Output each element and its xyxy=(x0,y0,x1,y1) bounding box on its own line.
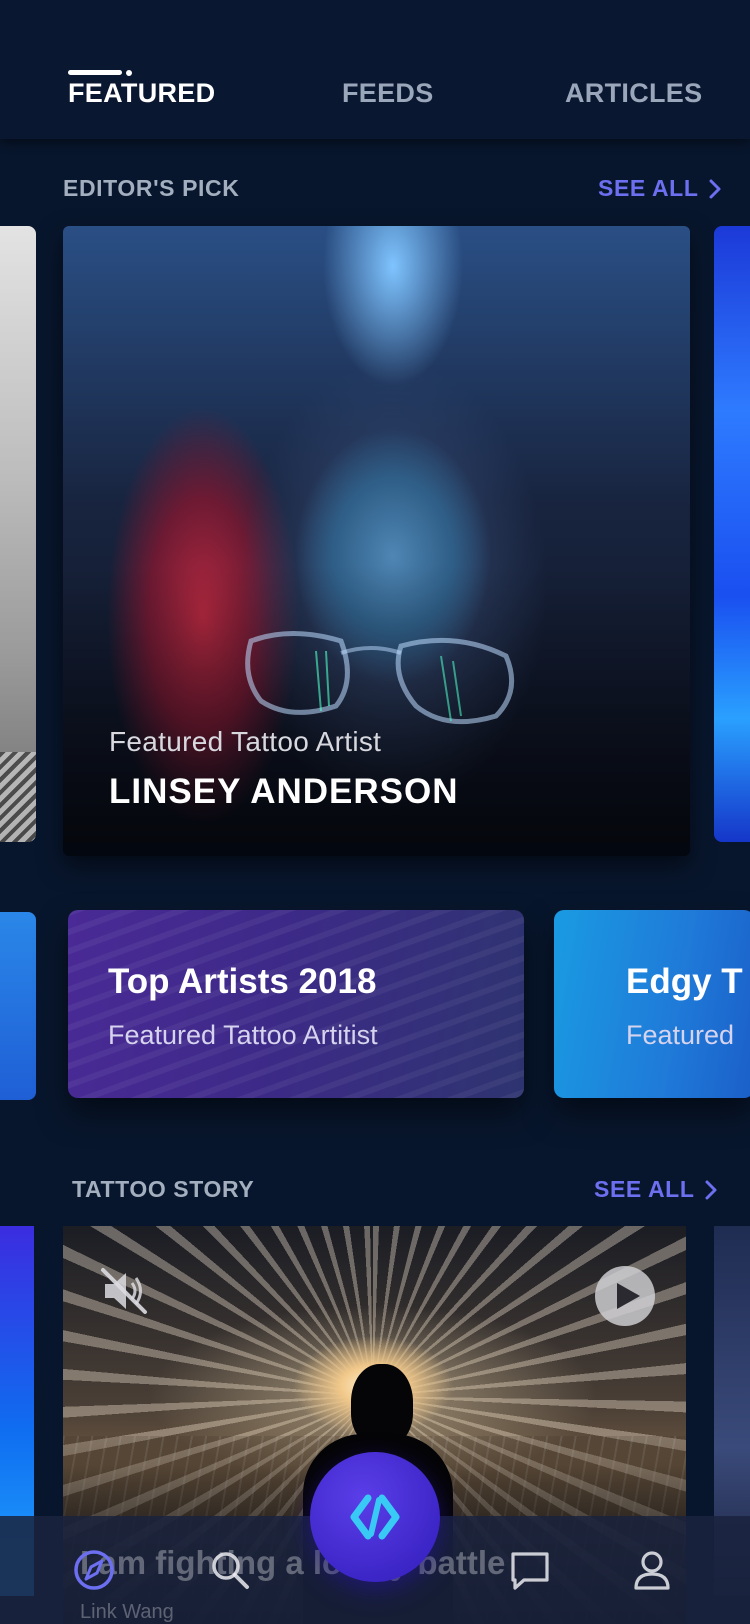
active-tab-indicator-dot xyxy=(126,70,132,76)
previous-pick-card-peek[interactable] xyxy=(0,226,36,842)
play-icon xyxy=(617,1283,640,1309)
tab-articles[interactable]: ARTICLES xyxy=(565,78,702,109)
mute-icon[interactable] xyxy=(99,1266,149,1316)
play-button[interactable] xyxy=(595,1266,655,1326)
featured-artist-card[interactable]: Featured Tattoo Artist LINSEY ANDERSON xyxy=(63,226,690,856)
tattoo-story-see-all-link[interactable]: SEE ALL xyxy=(594,1176,718,1203)
tab-feeds[interactable]: FEEDS xyxy=(342,78,434,109)
editors-pick-heading: EDITOR'S PICK xyxy=(63,175,240,201)
story-author: Link Wang xyxy=(80,1601,174,1623)
collection-title: Top Artists 2018 xyxy=(108,962,377,1001)
collection-card-top-artists[interactable]: Top Artists 2018 Featured Tattoo Artitis… xyxy=(68,910,524,1098)
see-all-label: SEE ALL xyxy=(598,175,699,201)
editors-pick-see-all-link[interactable]: SEE ALL xyxy=(598,175,722,202)
chevron-right-icon xyxy=(705,1180,717,1199)
collection-card-edgy[interactable]: Edgy T Featured xyxy=(554,910,750,1098)
code-icon xyxy=(350,1494,400,1540)
glasses-highlight xyxy=(245,631,515,725)
see-all-label: SEE ALL xyxy=(594,1176,695,1202)
compass-icon[interactable] xyxy=(72,1548,116,1592)
story-title: I am fighting a lonely battle xyxy=(80,1544,506,1581)
collection-subtitle: Featured Tattoo Artitist xyxy=(108,1020,378,1050)
chevron-right-icon xyxy=(709,179,721,198)
artist-name: LINSEY ANDERSON xyxy=(109,772,459,811)
search-icon[interactable] xyxy=(208,1548,252,1592)
next-pick-card-peek[interactable] xyxy=(714,226,750,842)
chat-icon[interactable] xyxy=(508,1548,552,1592)
previous-collection-peek[interactable] xyxy=(0,912,36,1100)
profile-icon[interactable] xyxy=(630,1548,674,1592)
card-subtitle: Featured Tattoo Artist xyxy=(109,726,382,757)
collection-title: Edgy T xyxy=(626,962,743,1001)
tab-featured[interactable]: FEATURED xyxy=(68,78,215,109)
collection-subtitle: Featured xyxy=(626,1020,735,1050)
active-tab-indicator xyxy=(68,70,122,75)
tattoo-story-heading: TATTOO STORY xyxy=(72,1176,255,1202)
create-fab-button[interactable] xyxy=(310,1452,440,1582)
top-tab-bar: FEATURED FEEDS ARTICLES xyxy=(0,0,750,139)
